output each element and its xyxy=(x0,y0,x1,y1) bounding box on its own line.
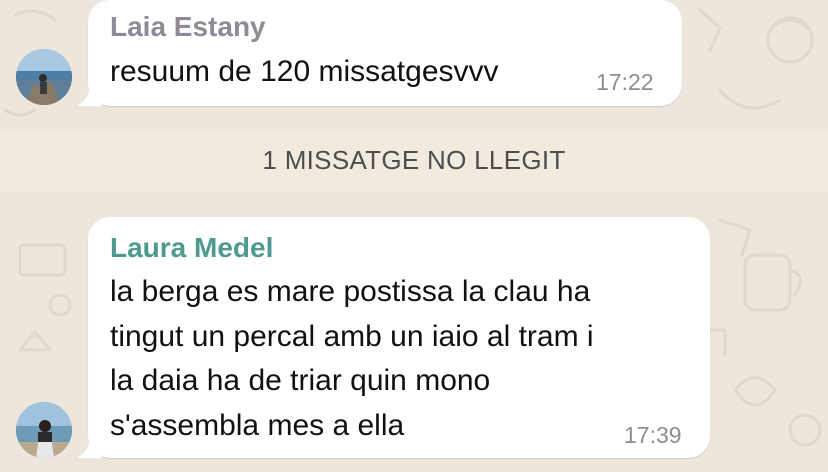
sender-name: Laura Medel xyxy=(110,232,274,263)
message-bubble[interactable]: Laia Estany resuum de 120 missatgesvvv 1… xyxy=(76,0,682,106)
avatar[interactable] xyxy=(16,402,72,458)
message-bubble[interactable]: Laura Medel la berga es mare postissa la… xyxy=(76,217,710,458)
avatar[interactable] xyxy=(16,49,72,105)
message-time: 17:22 xyxy=(596,69,654,95)
message-time: 17:39 xyxy=(624,422,682,448)
unread-divider-label: 1 MISSATGE NO LLEGIT xyxy=(262,145,566,175)
unread-messages-divider: 1 MISSATGE NO LLEGIT xyxy=(0,130,828,191)
message-text: resuum de 120 missatgesvvv xyxy=(110,55,499,88)
message-text: la berga es mare postissa la clau ha tin… xyxy=(110,275,594,442)
contact-photo-seaside xyxy=(16,402,72,458)
bubble-tail-icon xyxy=(76,436,102,458)
bubble-tail-icon xyxy=(76,84,102,106)
sender-name: Laia Estany xyxy=(110,11,266,42)
contact-photo-lake xyxy=(16,49,72,105)
